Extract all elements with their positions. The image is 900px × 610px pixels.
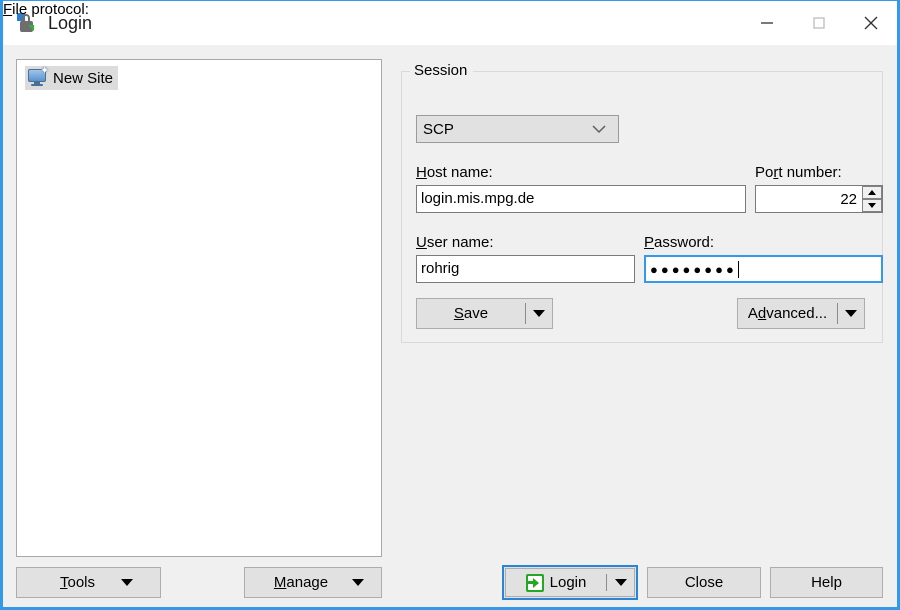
- user-name-input[interactable]: rohrig: [416, 255, 635, 283]
- text-caret: [737, 261, 739, 278]
- maximize-button[interactable]: [793, 1, 845, 45]
- advanced-button-label: Ad vanced...: [738, 299, 837, 328]
- close-icon: [864, 16, 878, 30]
- user-name-label: User name:: [416, 234, 494, 251]
- login-dropdown-button[interactable]: [607, 569, 634, 596]
- save-label-suffix: ave: [463, 305, 489, 322]
- login-dialog-window: Login ✦ New Site Tools Manage Session Fi…: [0, 0, 900, 610]
- port-number-field[interactable]: 22: [755, 185, 883, 213]
- manage-accelerator: M: [273, 574, 287, 591]
- chevron-down-icon: [592, 121, 606, 138]
- help-button-label: Help: [811, 574, 842, 591]
- port-number-label-suffix: t number:: [778, 164, 842, 181]
- tree-item-new-site[interactable]: ✦ New Site: [25, 66, 119, 90]
- advanced-dropdown-button[interactable]: [838, 299, 864, 328]
- help-button[interactable]: Help: [770, 567, 883, 598]
- file-protocol-label-suffix: ile protocol:: [12, 1, 89, 18]
- login-arrow-icon: [525, 573, 544, 592]
- user-name-accelerator: U: [416, 234, 427, 251]
- port-number-value: 22: [840, 190, 857, 208]
- advanced-button[interactable]: Ad vanced...: [737, 298, 865, 329]
- login-button-inner: Login: [505, 568, 635, 597]
- password-input[interactable]: ●●●●●●●●: [644, 255, 883, 283]
- login-button-label: Login: [549, 574, 587, 591]
- password-label: Password:: [644, 234, 714, 251]
- window-controls: [741, 1, 897, 45]
- sites-tree-panel[interactable]: ✦ New Site: [16, 59, 382, 557]
- close-button-label: Close: [684, 574, 724, 591]
- host-name-accelerator: H: [416, 164, 427, 181]
- file-protocol-select[interactable]: SCP: [416, 115, 619, 143]
- password-accelerator: P: [644, 234, 655, 251]
- tree-item-label: New Site: [53, 69, 114, 87]
- advanced-label-suffix: vanced...: [766, 305, 828, 322]
- host-name-input[interactable]: login.mis.mpg.de: [416, 185, 746, 213]
- caret-down-icon: [533, 310, 545, 317]
- port-number-label-prefix: Po: [755, 164, 774, 181]
- session-group-legend: Session: [410, 62, 474, 79]
- tools-label-suffix: ools: [67, 574, 96, 591]
- advanced-accelerator: d: [757, 305, 767, 322]
- user-name-label-suffix: ser name:: [426, 234, 494, 251]
- tools-button-label: Tools: [60, 574, 95, 591]
- file-protocol-accelerator: F: [3, 1, 13, 18]
- spinner-down-button[interactable]: [862, 199, 882, 212]
- caret-down-icon: [614, 579, 627, 586]
- new-site-monitor-icon: ✦: [27, 66, 49, 87]
- port-number-stepper[interactable]: [862, 186, 882, 212]
- host-name-label: Host name:: [416, 164, 493, 181]
- file-protocol-value: SCP: [423, 120, 454, 138]
- title-bar: Login: [3, 1, 897, 45]
- password-masked-value: ●●●●●●●●: [650, 262, 737, 277]
- close-button[interactable]: Close: [647, 567, 761, 598]
- caret-down-icon: [121, 579, 134, 586]
- maximize-icon: [813, 17, 825, 29]
- spinner-up-icon: [868, 190, 876, 195]
- advanced-label-prefix: A: [747, 305, 758, 322]
- spinner-up-button[interactable]: [862, 186, 882, 199]
- minimize-icon: [761, 22, 773, 24]
- tools-button[interactable]: Tools: [16, 567, 161, 598]
- caret-down-icon: [352, 579, 365, 586]
- save-button[interactable]: Save: [416, 298, 553, 329]
- password-label-suffix: assword:: [654, 234, 715, 251]
- manage-label-suffix: anage: [286, 574, 329, 591]
- save-dropdown-button[interactable]: [526, 299, 552, 328]
- login-button-main[interactable]: Login: [506, 569, 606, 596]
- minimize-button[interactable]: [741, 1, 793, 45]
- spinner-down-icon: [868, 203, 876, 208]
- file-protocol-label: File protocol:: [3, 1, 89, 18]
- manage-button[interactable]: Manage: [244, 567, 382, 598]
- host-name-label-suffix: ost name:: [426, 164, 493, 181]
- save-accelerator: S: [453, 305, 464, 322]
- close-button-titlebar[interactable]: [845, 1, 897, 45]
- caret-down-icon: [845, 310, 857, 317]
- login-button[interactable]: Login: [502, 565, 638, 600]
- save-button-label: Save: [417, 299, 525, 328]
- port-number-label: Port number:: [755, 164, 842, 181]
- manage-button-label: Manage: [274, 574, 328, 591]
